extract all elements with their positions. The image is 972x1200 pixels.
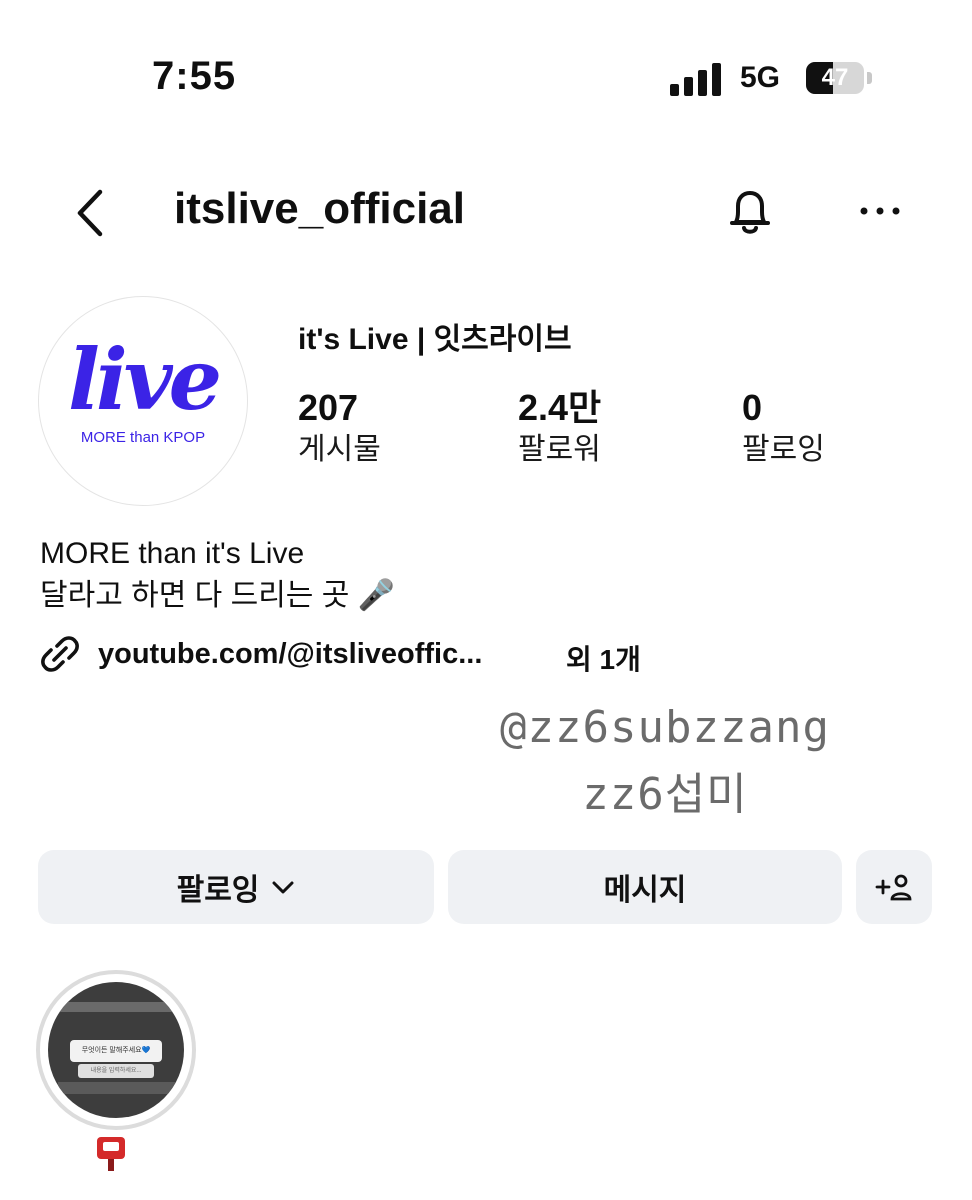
status-time: 7:55 bbox=[152, 54, 237, 98]
avatar-logo-text: live bbox=[67, 330, 222, 429]
notification-button[interactable] bbox=[722, 184, 778, 240]
watermark-handle: @zz6subzzang bbox=[500, 702, 830, 753]
more-icon bbox=[860, 207, 900, 215]
stat-following-count: 0 bbox=[742, 387, 763, 428]
bio-line-2: 달라고 하면 다 드리는 곳 🎤 bbox=[40, 579, 396, 612]
stat-following-label: 팔로잉 bbox=[742, 433, 825, 466]
link-url[interactable]: youtube.com/@itsliveoffic... bbox=[98, 638, 482, 671]
stat-followers-count: 2.4만 bbox=[518, 387, 602, 428]
bell-icon bbox=[730, 191, 770, 234]
profile-display-name: it's Live | 잇츠라이브 bbox=[298, 323, 572, 356]
bio-line-1: MORE than it's Live bbox=[40, 537, 305, 570]
message-button[interactable]: 메시지 bbox=[448, 850, 842, 924]
link-icon bbox=[41, 636, 79, 672]
following-button[interactable]: 팔로잉 bbox=[38, 850, 434, 924]
profile-username: itslive_official bbox=[174, 184, 466, 233]
more-options-button[interactable] bbox=[856, 196, 904, 226]
stat-posts[interactable]: 207 게시물 bbox=[298, 388, 381, 472]
link-extra-count[interactable]: 외 1개 bbox=[566, 638, 641, 678]
battery-icon: 47 bbox=[806, 62, 864, 94]
stat-posts-label: 게시물 bbox=[298, 433, 381, 466]
highlight-card-title: 무엇이든 말해주세요💙 bbox=[70, 1040, 162, 1062]
following-button-label: 팔로잉 bbox=[176, 874, 260, 907]
battery-cap bbox=[867, 72, 872, 84]
chevron-down-icon bbox=[271, 870, 295, 904]
stat-followers-label: 팔로워 bbox=[518, 433, 601, 466]
stat-following[interactable]: 0 팔로잉 bbox=[742, 388, 825, 472]
network-label: 5G bbox=[740, 61, 781, 94]
signal-icon bbox=[670, 62, 722, 96]
story-highlight[interactable]: 무엇이든 말해주세요💙 내용을 입력하세요... bbox=[36, 970, 196, 1130]
back-button[interactable] bbox=[70, 188, 114, 238]
highlight-thumbnail: 무엇이든 말해주세요💙 내용을 입력하세요... bbox=[48, 982, 184, 1118]
back-icon bbox=[77, 189, 103, 237]
message-button-label: 메시지 bbox=[603, 874, 687, 907]
highlight-card-input: 내용을 입력하세요... bbox=[78, 1064, 154, 1078]
add-person-icon bbox=[875, 874, 912, 901]
add-person-button[interactable] bbox=[856, 850, 932, 924]
battery-level: 47 bbox=[821, 64, 849, 91]
avatar-tagline: MORE than KPOP bbox=[80, 429, 206, 446]
watermark-name: zz6섭미 bbox=[582, 769, 748, 820]
stat-followers[interactable]: 2.4만 팔로워 bbox=[518, 388, 601, 472]
profile-avatar[interactable]: live MORE than KPOP bbox=[38, 296, 248, 506]
mailbox-icon bbox=[94, 1134, 128, 1174]
stat-posts-count: 207 bbox=[298, 387, 359, 428]
